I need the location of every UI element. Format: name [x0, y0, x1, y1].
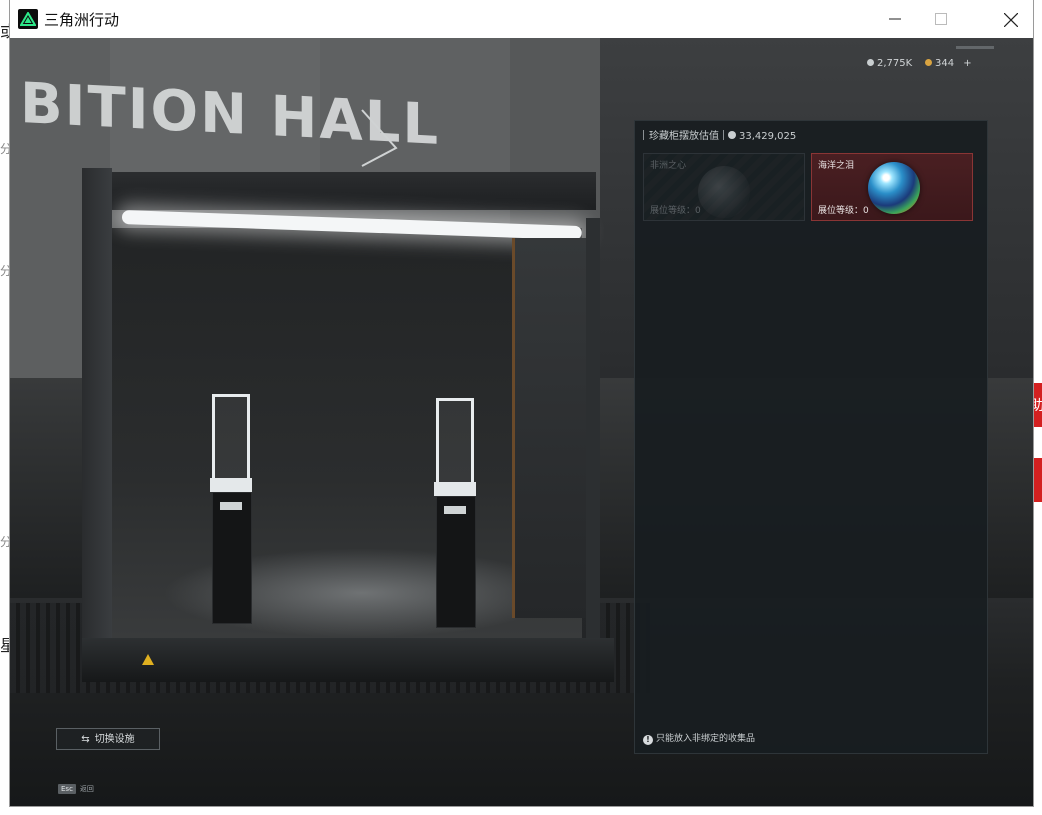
- currency-secondary[interactable]: 344 +: [925, 58, 972, 69]
- case-right-frame: [586, 218, 600, 678]
- case-top-frame: [96, 172, 596, 210]
- window-title: 三角洲行动: [44, 11, 120, 29]
- close-icon: [1004, 13, 1018, 27]
- pedestal-glass: [212, 394, 250, 478]
- switch-arrows-icon: ⇆: [81, 734, 90, 745]
- exhibition-scene: BITION HALL 2,775K 344 + 珍藏柜摆放估值 33,429,…: [10, 38, 1033, 806]
- slot-level: 展位等级：0: [818, 206, 869, 216]
- close-button[interactable]: [987, 0, 1033, 38]
- gold-coin-icon: [925, 59, 932, 66]
- gem-placeholder-icon: [698, 166, 750, 218]
- panel-header-label: 珍藏柜摆放估值: [649, 131, 719, 142]
- pedestal-screen: [444, 506, 466, 514]
- currency-secondary-value: 344: [935, 58, 955, 69]
- app-logo-icon: [18, 9, 38, 29]
- switch-facility-label: 切换设施: [94, 734, 135, 745]
- pedestal-body: [212, 492, 252, 624]
- maximize-icon: [935, 13, 947, 25]
- display-case[interactable]: [82, 148, 614, 688]
- slot-name: 海洋之泪: [818, 161, 855, 171]
- silver-coin-icon: [728, 131, 736, 139]
- footer-note-text: 只能放入非绑定的收集品: [656, 734, 756, 744]
- esc-key: Esc: [58, 784, 76, 794]
- background-red-tab: 助: [1030, 383, 1042, 427]
- slot-name: 非洲之心: [650, 161, 687, 171]
- pedestal-screen: [220, 502, 242, 510]
- info-icon: !: [643, 735, 653, 745]
- switch-facility-button[interactable]: ⇆ 切换设施: [56, 728, 160, 750]
- pedestal-slot-1[interactable]: [210, 394, 252, 624]
- title-bar[interactable]: 三角洲行动: [10, 0, 1033, 38]
- collection-slot-africa-heart[interactable]: 非洲之心 展位等级：0: [643, 153, 805, 221]
- currency-primary[interactable]: 2,775K: [867, 58, 912, 69]
- panel-footer-note: ! 只能放入非绑定的收集品: [643, 731, 755, 745]
- slot-level: 展位等级：0: [650, 206, 701, 216]
- pedestal-body: [436, 496, 476, 628]
- pedestal-slot-2[interactable]: [434, 398, 476, 628]
- warning-icon: [142, 654, 154, 665]
- panel-header: 珍藏柜摆放估值 33,429,025: [643, 127, 797, 142]
- background-red-tab: [1032, 458, 1042, 502]
- minimize-icon: [889, 18, 901, 20]
- collection-slot-ocean-tear[interactable]: 海洋之泪 展位等级：0: [811, 153, 973, 221]
- pedestal-glass: [436, 398, 474, 482]
- case-base: [82, 638, 614, 682]
- header-bar-icon: [643, 130, 644, 140]
- pedestal-cap: [210, 478, 252, 492]
- collection-panel: 珍藏柜摆放估值 33,429,025 非洲之心 展位等级：0 海洋之泪 展位等级：…: [634, 120, 988, 754]
- add-currency-button[interactable]: +: [963, 58, 971, 69]
- silver-coin-icon: [867, 59, 874, 66]
- currency-primary-value: 2,775K: [877, 58, 913, 69]
- maximize-button[interactable]: [918, 0, 964, 38]
- case-left-frame: [82, 168, 112, 668]
- ocean-tear-gem-icon: [868, 162, 920, 214]
- esc-back-hint[interactable]: Esc 返回: [58, 784, 94, 794]
- case-side-panel: [512, 238, 595, 618]
- panel-total-value: 33,429,025: [739, 131, 797, 142]
- top-progress-strip: [956, 46, 994, 49]
- esc-label: 返回: [79, 785, 94, 793]
- header-divider: [723, 130, 724, 140]
- minimize-button[interactable]: [872, 0, 918, 38]
- pedestal-cap: [434, 482, 476, 496]
- game-window: 三角洲行动 BITION HALL 2,775K 344 + 珍藏柜摆放估值 3…: [10, 0, 1033, 806]
